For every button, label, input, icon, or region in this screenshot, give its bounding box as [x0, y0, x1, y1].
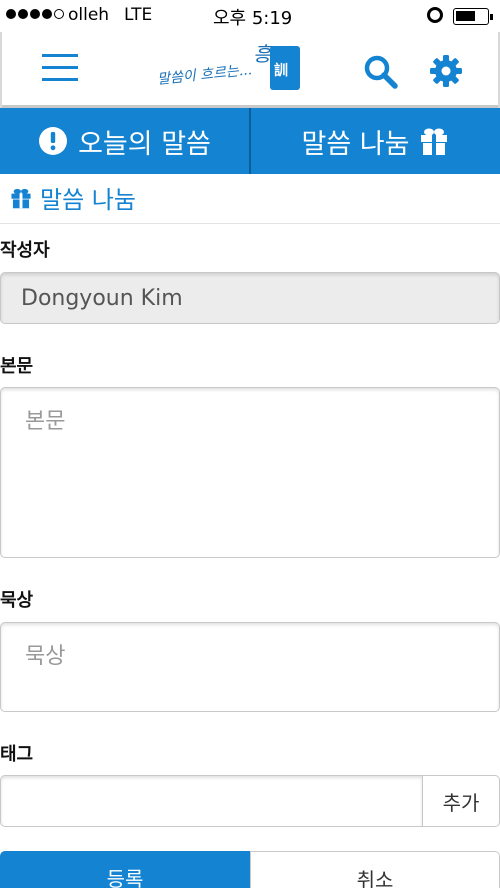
tag-input[interactable]: [0, 775, 422, 827]
network-type: LTE: [124, 5, 153, 25]
page-title: 말씀 나눔: [10, 180, 136, 215]
submit-button[interactable]: 등록: [0, 851, 250, 888]
author-value: Dongyoun Kim: [21, 286, 183, 311]
logo-tagline: 말씀이 흐르는...: [156, 62, 253, 88]
main-tabs: 오늘의 말씀 말씀 나눔: [0, 108, 500, 174]
tab-word-sharing[interactable]: 말씀 나눔: [249, 108, 500, 174]
hamburger-menu-icon[interactable]: [42, 52, 78, 84]
signal-strength-icon: [6, 9, 64, 19]
tag-add-button[interactable]: 추가: [422, 775, 500, 827]
meditation-label: 묵상: [0, 590, 34, 611]
logo-book-mark: 訓: [274, 63, 288, 79]
meditation-placeholder: 묵상: [25, 644, 66, 669]
status-time: 오후 5:19: [213, 8, 293, 29]
cancel-button[interactable]: 취소: [250, 851, 500, 888]
tag-label: 태그: [0, 744, 34, 765]
body-label: 본문: [0, 356, 34, 377]
meditation-textarea[interactable]: 묵상: [0, 622, 500, 712]
tab-today-word[interactable]: 오늘의 말씀: [0, 108, 249, 174]
body-placeholder: 본문: [25, 409, 66, 434]
author-field: Dongyoun Kim: [0, 272, 500, 324]
tab-label: 말씀 나눔: [301, 128, 410, 160]
app-header: 말씀이 흐르는... 흥 訓: [0, 32, 500, 108]
gift-icon: [11, 188, 31, 208]
status-bar: olleh LTE 오후 5:19: [0, 0, 500, 32]
gift-icon: [421, 128, 448, 155]
tab-label: 오늘의 말씀: [78, 128, 211, 160]
gear-icon[interactable]: [429, 54, 463, 88]
body-textarea[interactable]: 본문: [0, 387, 500, 558]
search-icon[interactable]: [364, 55, 398, 89]
battery-icon: [453, 8, 493, 25]
logo-script: 흥: [253, 42, 272, 66]
exclamation-circle-icon: [39, 127, 68, 155]
app-logo[interactable]: 말씀이 흐르는... 흥 訓: [157, 40, 307, 100]
page-title-text: 말씀 나눔: [40, 186, 136, 214]
author-label: 작성자: [0, 240, 50, 261]
divider: [0, 223, 500, 224]
carrier-name: olleh: [68, 5, 110, 25]
form-actions: 등록 취소: [0, 851, 500, 888]
alarm-icon: [427, 7, 443, 23]
